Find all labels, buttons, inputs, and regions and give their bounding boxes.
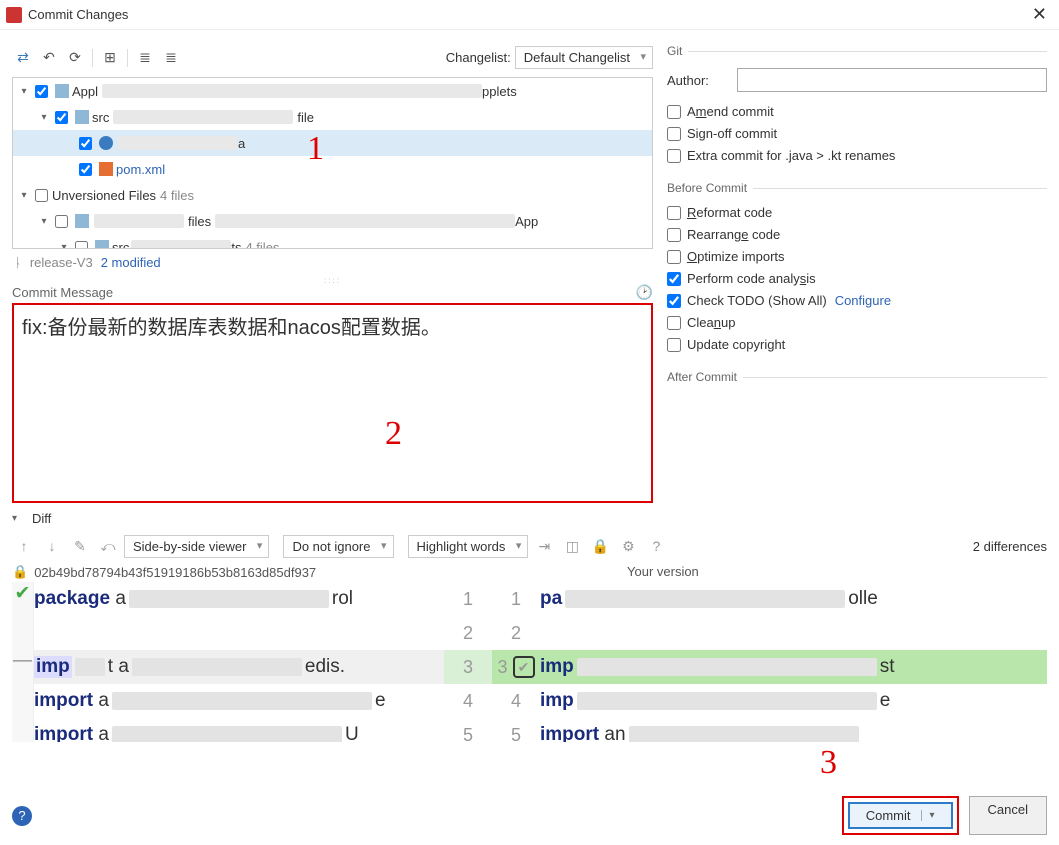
todo-label: Check TODO (Show All) (687, 293, 827, 308)
collapse-icon[interactable]: ≣ (160, 47, 182, 69)
todo-checkbox[interactable] (667, 294, 681, 308)
signoff-checkbox[interactable] (667, 127, 681, 141)
amend-checkbox[interactable] (667, 105, 681, 119)
extra-commit-checkbox[interactable] (667, 149, 681, 163)
tree-checkbox[interactable] (75, 241, 88, 250)
branch-name: release-V3 (30, 255, 93, 270)
tree-suffix: pplets (482, 84, 517, 99)
gear-icon[interactable]: ⚙ (616, 534, 640, 558)
tree-toggle[interactable]: ▾ (37, 216, 51, 227)
copyright-checkbox[interactable] (667, 338, 681, 352)
tree-toggle[interactable]: ▾ (37, 112, 51, 123)
prev-diff-icon[interactable]: ↑ (12, 534, 36, 558)
commit-dropdown-icon[interactable]: ▾ (921, 810, 935, 821)
after-commit-header: After Commit (667, 370, 1047, 384)
configure-link[interactable]: Configure (835, 293, 891, 308)
git-section-header: Git (667, 44, 1047, 58)
app-icon (6, 7, 22, 23)
xml-file-icon (99, 162, 113, 176)
cleanup-checkbox[interactable] (667, 316, 681, 330)
optimize-label: Optimize imports (687, 249, 785, 264)
copyright-label: Update copyright (687, 337, 785, 352)
tree-checkbox[interactable] (79, 163, 92, 176)
file-count: 4 files (245, 240, 279, 250)
commit-message-input[interactable]: fix:备份最新的数据库表数据和nacos配置数据。 (12, 303, 653, 503)
viewer-dropdown[interactable]: Side-by-side viewer (124, 535, 269, 558)
branch-icon: ᚿ (14, 255, 22, 270)
tree-suffix: file (297, 110, 314, 125)
your-version-label: Your version (587, 564, 1047, 580)
undo-icon[interactable]: ↶ (38, 47, 60, 69)
analysis-label: Perform code analysis (687, 271, 816, 286)
tree-checkbox[interactable] (55, 215, 68, 228)
java-file-icon (99, 136, 113, 150)
optimize-checkbox[interactable] (667, 250, 681, 264)
diff-toggle[interactable]: ▾ (12, 513, 26, 524)
folder-icon (55, 84, 69, 98)
tree-label: a (238, 136, 245, 151)
diff-count: 2 differences (973, 539, 1047, 554)
edit-icon[interactable]: ✎ (68, 534, 92, 558)
next-diff-icon[interactable]: ↓ (40, 534, 64, 558)
reformat-label: Reformat code (687, 205, 772, 220)
refresh-icon[interactable]: ⇄ (12, 47, 34, 69)
cleanup-label: Cleanup (687, 315, 735, 330)
rearrange-label: Rearrange code (687, 227, 780, 242)
commit-message-label: Commit Message (12, 285, 113, 300)
changelist-label: Changelist: (446, 50, 511, 65)
tree-file[interactable]: pom.xml (116, 162, 165, 177)
files-tree[interactable]: ▾ Appl pplets ▾ src file (12, 77, 653, 249)
sync-scroll-icon[interactable]: ◫ (560, 534, 584, 558)
help-icon[interactable]: ? (644, 534, 668, 558)
ignore-dropdown[interactable]: Do not ignore (283, 535, 393, 558)
rearrange-checkbox[interactable] (667, 228, 681, 242)
highlight-dropdown[interactable]: Highlight words (408, 535, 529, 558)
file-count: 4 files (160, 188, 194, 203)
tree-label: Appl (72, 84, 98, 99)
history-icon[interactable]: 🕑 (636, 284, 653, 301)
changelist-dropdown[interactable]: Default Changelist (515, 46, 653, 69)
tree-label: Unversioned Files (52, 188, 156, 203)
diff-viewer[interactable]: ✔ — package arol impt aedis. import ae i… (12, 582, 1047, 742)
diff-label: Diff (32, 511, 51, 526)
tree-label: files (188, 214, 211, 229)
revert-icon[interactable]: ⤺ (96, 534, 120, 558)
lock-icon[interactable]: 🔒 (588, 534, 612, 558)
tree-checkbox[interactable] (79, 137, 92, 150)
folder-icon (95, 240, 109, 249)
tree-checkbox[interactable] (35, 189, 48, 202)
author-label: Author: (667, 73, 727, 88)
tree-label: src (92, 110, 109, 125)
commit-button[interactable]: Commit▾ (848, 802, 953, 829)
expand-icon[interactable]: ≣ (134, 47, 156, 69)
help-button[interactable]: ? (12, 806, 32, 826)
tree-toggle[interactable]: ▾ (17, 86, 31, 97)
group-icon[interactable]: ⊞ (99, 47, 121, 69)
tree-toggle[interactable]: ▾ (17, 190, 31, 201)
amend-label: Amend commit (687, 104, 774, 119)
close-icon[interactable]: ✕ (1026, 4, 1053, 25)
before-commit-header: Before Commit (667, 181, 1047, 195)
signoff-label: Sign-off commit (687, 126, 777, 141)
tree-label: src (112, 240, 129, 250)
commit-hash: 02b49bd78794b43f51919186b53b8163d85df937 (34, 565, 316, 580)
lock-icon: 🔒 (12, 564, 28, 580)
author-input[interactable] (737, 68, 1047, 92)
analysis-checkbox[interactable] (667, 272, 681, 286)
reload-icon[interactable]: ⟳ (64, 47, 86, 69)
tree-checkbox[interactable] (35, 85, 48, 98)
folder-icon (75, 110, 89, 124)
tree-checkbox[interactable] (55, 111, 68, 124)
reformat-checkbox[interactable] (667, 206, 681, 220)
tree-suffix: App (515, 214, 538, 229)
collapse-diff-icon[interactable]: ⇥ (532, 534, 556, 558)
dialog-title: Commit Changes (28, 7, 1026, 22)
cancel-button[interactable]: Cancel (969, 796, 1047, 835)
folder-icon (75, 214, 89, 228)
modified-count[interactable]: 2 modified (101, 255, 161, 270)
extra-commit-label: Extra commit for .java > .kt renames (687, 148, 895, 163)
tree-toggle[interactable]: ▾ (57, 242, 71, 250)
